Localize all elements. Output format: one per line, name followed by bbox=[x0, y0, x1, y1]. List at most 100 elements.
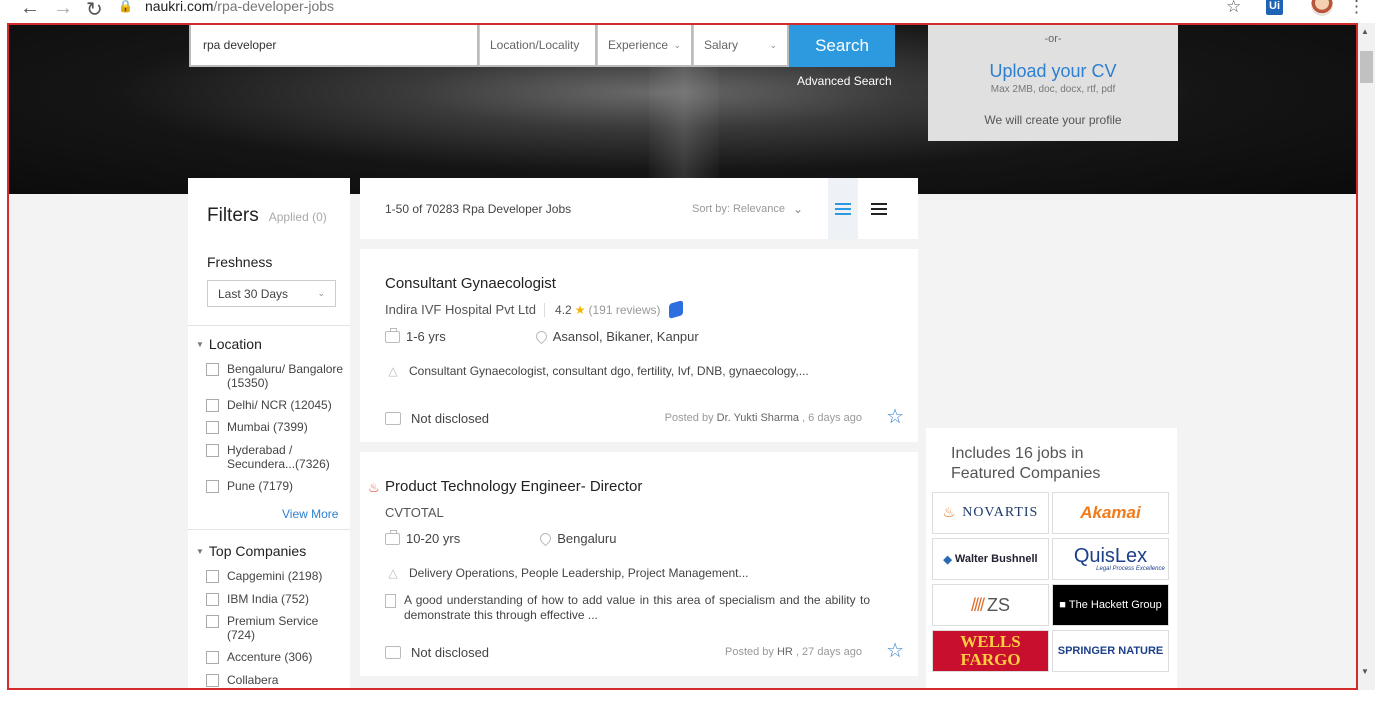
url-domain: naukri.com bbox=[144, 0, 214, 14]
document-icon bbox=[385, 594, 396, 608]
hackett-mark-icon: ■ bbox=[1059, 599, 1066, 611]
company-checkbox[interactable]: Collabera bbox=[206, 673, 278, 687]
walter-bushnell-mark-icon: ◆ bbox=[943, 553, 952, 566]
star-icon: ★ bbox=[574, 302, 586, 317]
company-option: Collabera bbox=[227, 673, 279, 687]
location-checkbox[interactable]: Delhi/ NCR (12045) bbox=[206, 398, 332, 412]
address-bar[interactable]: 🔒 naukri.com/rpa-developer-jobs bbox=[118, 0, 334, 14]
location-option: Hyderabad / Secundera...(7326) bbox=[227, 443, 330, 471]
company-logo-hackett[interactable]: ■ The Hackett Group bbox=[1052, 584, 1169, 626]
location-pin-icon bbox=[537, 530, 554, 547]
briefcase-icon bbox=[385, 529, 400, 545]
save-star-icon[interactable]: ☆ bbox=[886, 404, 904, 429]
upload-cv-link[interactable]: Upload your CV bbox=[928, 61, 1178, 82]
logo-tagline: Legal Process Excellence bbox=[1096, 566, 1165, 572]
location-pin-icon bbox=[533, 328, 550, 345]
location-option: Mumbai (7399) bbox=[227, 420, 308, 434]
search-button[interactable]: Search bbox=[789, 25, 895, 67]
chevron-down-icon: ⌄ bbox=[792, 202, 803, 216]
companies-filter-toggle[interactable]: ▼ Top Companies bbox=[196, 543, 306, 559]
company-logo-zs[interactable]: ////ZS bbox=[932, 584, 1049, 626]
results-header: 1-50 of 70283 Rpa Developer Jobs Sort by… bbox=[360, 178, 918, 239]
bookmark-star-icon[interactable]: ☆ bbox=[1226, 0, 1241, 17]
scroll-up-icon[interactable]: ▲ bbox=[1361, 27, 1369, 36]
browser-toolbar: ← → ↻ 🔒 naukri.com/rpa-developer-jobs ☆ … bbox=[0, 0, 1382, 22]
company-logo-springer-nature[interactable]: SPRINGER NATURE bbox=[1052, 630, 1169, 672]
scroll-down-icon[interactable]: ▼ bbox=[1361, 667, 1369, 676]
sort-label: Sort by: Relevance bbox=[692, 203, 785, 215]
company-rating[interactable]: 4.2 ★ (191 reviews) bbox=[544, 302, 661, 317]
logo-text: Akamai bbox=[1080, 503, 1141, 522]
location-option: Pune (7179) bbox=[227, 479, 294, 493]
job-card[interactable]: Consultant Gynaecologist Indira IVF Hosp… bbox=[360, 249, 918, 442]
featured-companies-panel: Includes 16 jobs in Featured Companies ♨… bbox=[926, 428, 1177, 688]
experience-dropdown[interactable]: Experience ⌄ bbox=[597, 25, 693, 67]
keyword-input[interactable]: rpa developer bbox=[189, 25, 479, 67]
tag-icon: △ bbox=[388, 566, 398, 580]
company-logo-walter-bushnell[interactable]: ◆ Walter Bushnell bbox=[932, 538, 1049, 580]
logo-text: Walter Bushnell bbox=[954, 553, 1038, 565]
location-checkbox[interactable]: Hyderabad / Secundera...(7326) bbox=[206, 443, 336, 471]
zs-mark-icon: //// bbox=[970, 594, 985, 615]
posted-by: HR bbox=[776, 646, 793, 658]
location-option: Delhi/ NCR (12045) bbox=[227, 398, 332, 412]
save-star-icon[interactable]: ☆ bbox=[886, 638, 904, 663]
company-name[interactable]: CVTOTAL bbox=[385, 505, 444, 520]
page-scrollbar[interactable]: ▲ ▼ bbox=[1358, 23, 1375, 690]
view-more-link[interactable]: View More bbox=[282, 507, 338, 521]
novartis-flame-icon: ♨ bbox=[942, 505, 957, 521]
sort-dropdown[interactable]: Sort by: Relevance ⌄ bbox=[692, 202, 803, 216]
company-checkbox[interactable]: Premium Service (724) bbox=[206, 614, 331, 642]
job-title[interactable]: Product Technology Engineer- Director bbox=[385, 478, 642, 495]
posted-prefix: Posted by bbox=[725, 646, 774, 658]
wallet-icon bbox=[385, 412, 401, 425]
list-detailed-icon bbox=[835, 202, 851, 215]
job-card[interactable]: ♨ Product Technology Engineer- Director … bbox=[360, 452, 918, 676]
uipath-extension-icon[interactable]: Ui bbox=[1266, 0, 1283, 15]
location-filter-toggle[interactable]: ▼ Location bbox=[196, 336, 262, 352]
company-logo-quislex[interactable]: QuisLex Legal Process Excellence bbox=[1052, 538, 1169, 580]
location-filter-label: Location bbox=[208, 336, 262, 352]
reviews-count: (191 reviews) bbox=[588, 302, 661, 317]
posted-info: Posted by Dr. Yukti Sharma , 6 days ago bbox=[665, 412, 862, 424]
upload-cv-panel: -or- Upload your CV Max 2MB, doc, docx, … bbox=[928, 25, 1178, 141]
hot-job-icon: ♨ bbox=[368, 480, 380, 495]
scrollbar-thumb[interactable] bbox=[1360, 51, 1373, 83]
filters-applied: Applied (0) bbox=[268, 210, 327, 224]
company-logo-wells-fargo[interactable]: WELLS FARGO bbox=[932, 630, 1049, 672]
posted-ago: , 27 days ago bbox=[795, 646, 862, 658]
back-icon[interactable]: ← bbox=[20, 0, 40, 20]
freshness-label: Freshness bbox=[207, 254, 273, 270]
briefcase-icon bbox=[385, 327, 400, 343]
profile-avatar[interactable] bbox=[1311, 0, 1333, 16]
job-location: Asansol, Bikaner, Kanpur bbox=[552, 329, 699, 344]
job-title[interactable]: Consultant Gynaecologist bbox=[385, 275, 556, 292]
location-checkbox[interactable]: Pune (7179) bbox=[206, 479, 293, 493]
menu-icon[interactable]: ⋮ bbox=[1348, 0, 1365, 17]
company-logo-akamai[interactable]: Akamai bbox=[1052, 492, 1169, 534]
lock-icon: 🔒 bbox=[118, 0, 133, 13]
advanced-search-link[interactable]: Advanced Search bbox=[797, 74, 892, 88]
location-input[interactable]: Location/Locality bbox=[479, 25, 597, 67]
forward-icon[interactable]: → bbox=[53, 0, 73, 20]
company-logo-novartis[interactable]: ♨ NOVARTIS bbox=[932, 492, 1049, 534]
company-checkbox[interactable]: Capgemini (2198) bbox=[206, 569, 322, 583]
company-name[interactable]: Indira IVF Hospital Pvt Ltd bbox=[385, 302, 536, 317]
compact-view-button[interactable] bbox=[864, 178, 894, 239]
company-checkbox[interactable]: Accenture (306) bbox=[206, 650, 312, 664]
job-skills: Delivery Operations, People Leadership, … bbox=[409, 566, 749, 580]
location-checkbox[interactable]: Bengaluru/ Bangalore (15350) bbox=[206, 362, 350, 390]
company-checkbox[interactable]: IBM India (752) bbox=[206, 592, 309, 606]
create-profile-link[interactable]: We will create your profile bbox=[928, 113, 1178, 127]
freshness-dropdown[interactable]: Last 30 Days ⌄ bbox=[207, 280, 336, 307]
location-checkbox[interactable]: Mumbai (7399) bbox=[206, 420, 308, 434]
reload-icon[interactable]: ↻ bbox=[86, 0, 103, 22]
salary-label: Salary bbox=[704, 38, 739, 52]
posted-ago: , 6 days ago bbox=[802, 412, 862, 424]
divider bbox=[188, 529, 350, 530]
salary-dropdown[interactable]: Salary ⌄ bbox=[693, 25, 789, 67]
logo-text: The Hackett Group bbox=[1068, 599, 1162, 611]
results-count: 1-50 of 70283 Rpa Developer Jobs bbox=[385, 202, 572, 216]
detailed-view-button[interactable] bbox=[828, 178, 858, 239]
experience-label: Experience bbox=[608, 38, 669, 52]
